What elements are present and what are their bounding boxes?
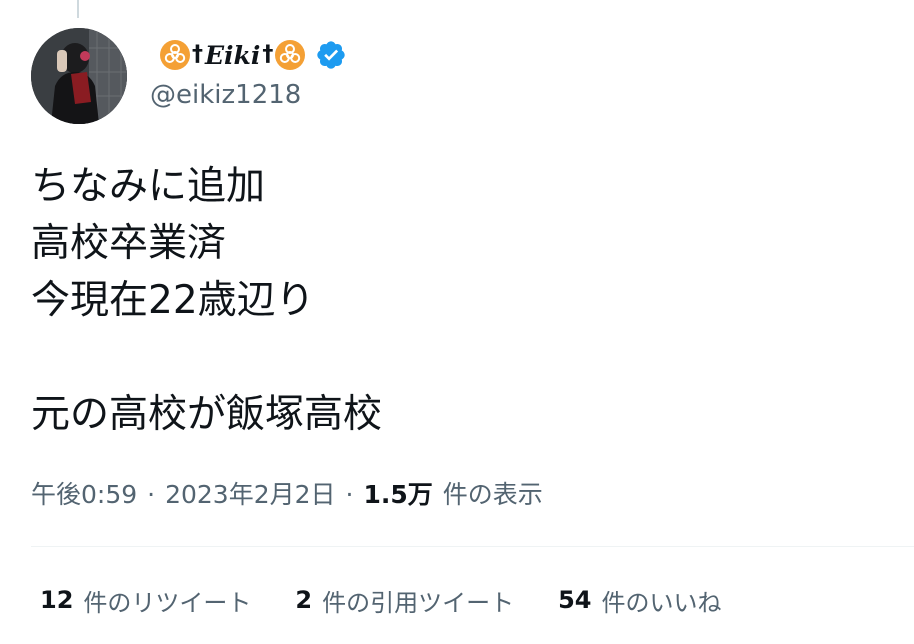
quotes-stat-link[interactable]: 2 件の引用ツイート — [295, 583, 514, 618]
avatar-photo — [31, 28, 127, 124]
dagger-icon: † — [192, 42, 203, 67]
views-count: 1.5万 — [363, 480, 433, 509]
likes-count: 54 — [558, 586, 592, 614]
tweet-text-line: 元の高校が飯塚高校 — [31, 392, 383, 437]
tweet-text-line — [31, 329, 891, 386]
tweet-time[interactable]: 午後0:59 — [31, 477, 137, 513]
meta-separator: · — [147, 480, 156, 509]
engagement-stats: 12 件のリツイート 2 件の引用ツイート 54 件のいいね — [40, 582, 766, 618]
retweets-label: 件のリツイート — [83, 588, 252, 617]
quotes-label: 件の引用ツイート — [322, 588, 515, 617]
likes-label: 件のいいね — [601, 588, 722, 617]
author-name-row[interactable]: † Eiki † — [160, 35, 347, 75]
dagger-icon: † — [262, 42, 274, 67]
retweets-stat-link[interactable]: 12 件のリツイート — [40, 583, 251, 618]
tweet-detail: † Eiki † @eikiz1218 ちなみに追加 高校卒業済 今現在22歳辺… — [0, 0, 914, 644]
biohazard-icon — [160, 40, 190, 70]
tweet-text-line: 今現在22歳辺り — [31, 278, 315, 323]
tweet-text-line: 高校卒業済 — [31, 221, 227, 266]
verified-badge-icon[interactable] — [315, 39, 347, 71]
avatar[interactable] — [31, 28, 127, 124]
author-display-name[interactable]: Eiki — [205, 43, 260, 68]
quotes-count: 2 — [295, 586, 313, 614]
author-handle[interactable]: @eikiz1218 — [150, 77, 301, 113]
divider — [31, 546, 914, 547]
meta-separator: · — [345, 480, 354, 509]
tweet-text-line: ちなみに追加 — [31, 164, 266, 209]
tweet-meta: 午後0:59 · 2023年2月2日 · 1.5万 件の表示 — [31, 477, 543, 513]
thread-connector-line — [77, 0, 79, 18]
biohazard-icon — [275, 40, 306, 70]
tweet-date[interactable]: 2023年2月2日 — [165, 477, 335, 513]
likes-stat-link[interactable]: 54 件のいいね — [558, 583, 721, 618]
views-label: 件の表示 — [442, 480, 543, 509]
tweet-text: ちなみに追加 高校卒業済 今現在22歳辺り 元の高校が飯塚高校 — [31, 158, 891, 443]
retweets-count: 12 — [40, 586, 74, 614]
